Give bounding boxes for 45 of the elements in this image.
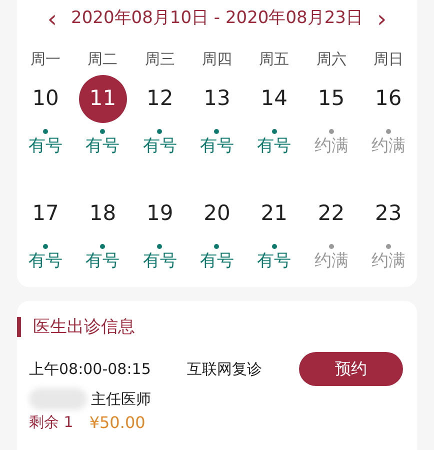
price: ¥50.00 [89,412,146,434]
availability-label: 约满 [371,134,406,158]
weekday-label: 周六 [316,49,346,70]
doctor-title: 主任医师 [91,389,151,410]
availability-label: 有号 [142,250,177,272]
availability-label: 有号 [28,250,63,272]
availability-label: 约满 [371,250,406,272]
date-number[interactable]: 18 [78,190,127,238]
availability-label: 有号 [257,134,292,158]
date-number[interactable]: 21 [250,190,298,238]
date-number[interactable]: 15 [307,74,356,122]
availability-label: 有号 [200,250,234,272]
date-number[interactable]: 22 [307,190,356,238]
previous-button[interactable]: ‹ [43,7,61,31]
availability-label: 有号 [86,250,120,272]
time-slot: 上午08:00-08:15 [29,358,187,380]
weekday-label: 周一 [30,49,61,70]
availability-label: 有号 [28,134,63,158]
weekday-label: 周三 [144,49,175,70]
date-range-title: 2020年08月10日 - 2020年08月23日 [71,7,363,30]
weekday-label: 周五 [259,49,290,70]
weekday-label: 周四 [202,49,232,70]
date-number[interactable]: 11 [78,74,127,122]
remaining-count: 剩余 1 [29,412,74,434]
date-number[interactable]: 16 [364,74,412,122]
availability-label: 约满 [314,134,348,158]
visit-type: 互联网复诊 [187,358,263,380]
weekday-label: 周日 [373,49,404,70]
weekday-label: 周二 [88,49,118,70]
date-number[interactable]: 13 [192,74,241,122]
book-button[interactable]: 预约 [299,352,403,386]
date-number[interactable]: 19 [136,190,184,238]
section-title: 医生出诊信息 [33,316,135,338]
date-number[interactable]: 10 [22,74,70,122]
availability-label: 有号 [257,250,292,272]
availability-label: 有号 [200,134,234,158]
date-number[interactable]: 23 [364,190,412,238]
availability-label: 有号 [86,134,120,158]
next-button[interactable]: › [373,7,391,31]
availability-label: 约满 [314,250,348,272]
availability-label: 有号 [142,134,177,158]
date-number[interactable]: 20 [192,190,241,238]
date-number[interactable]: 12 [136,74,184,122]
date-number[interactable]: 14 [250,74,298,122]
date-number[interactable]: 17 [22,190,70,238]
